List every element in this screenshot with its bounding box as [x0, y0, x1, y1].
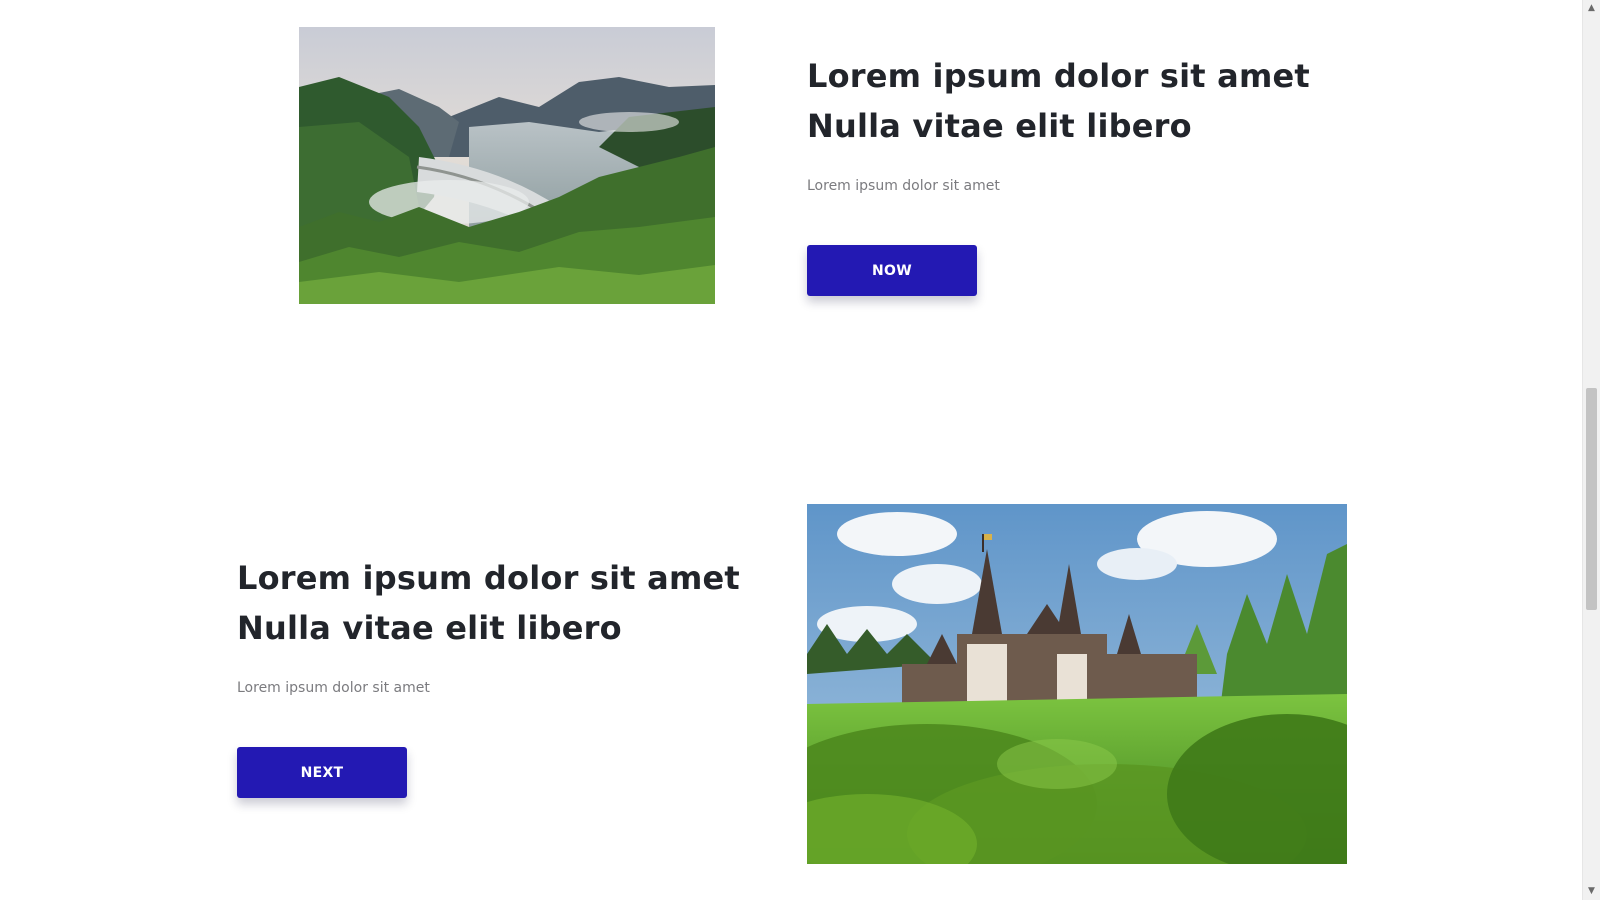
feature-heading-line2: Nulla vitae elit libero	[237, 609, 622, 647]
scrollbar-thumb[interactable]	[1586, 388, 1597, 610]
vertical-scrollbar[interactable]: ▲ ▼	[1582, 0, 1600, 900]
next-button[interactable]: NEXT	[237, 747, 407, 798]
feature-text: Lorem ipsum dolor sit amet	[807, 178, 1000, 194]
feature-heading-line1: Lorem ipsum dolor sit amet	[237, 559, 740, 597]
castle-photo	[807, 504, 1347, 864]
arrow-up-icon[interactable]: ▲	[1583, 0, 1600, 17]
feature-text: Lorem ipsum dolor sit amet	[237, 680, 430, 696]
feature-heading-line2: Nulla vitae elit libero	[807, 107, 1192, 145]
mountain-lake-dam-photo	[299, 27, 715, 304]
now-button[interactable]: NOW	[807, 245, 977, 296]
feature-heading-line1: Lorem ipsum dolor sit amet	[807, 57, 1310, 95]
arrow-down-icon[interactable]: ▼	[1583, 883, 1600, 900]
page: Lorem ipsum dolor sit amet Nulla vitae e…	[0, 0, 1600, 900]
